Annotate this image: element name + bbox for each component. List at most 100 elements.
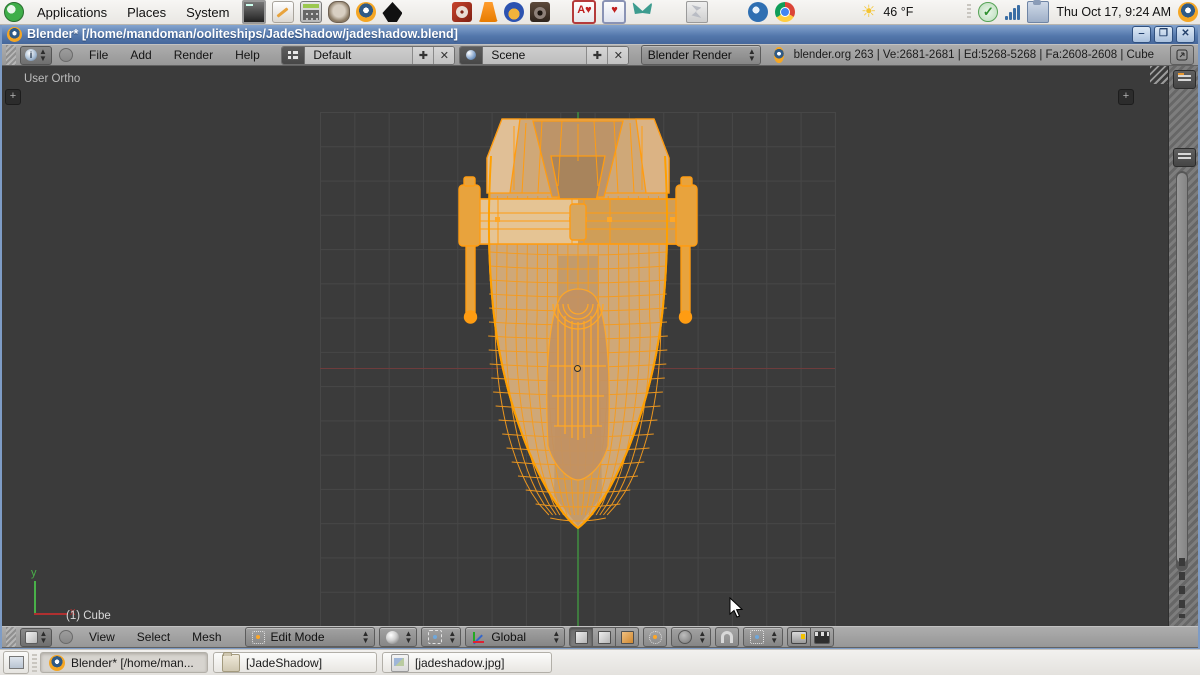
chevron-updown-icon: ▲▼ xyxy=(405,630,413,644)
edit-mode-icon xyxy=(252,631,265,644)
butterfly-launcher-icon[interactable] xyxy=(632,2,652,22)
collapse-menus-toggle[interactable] xyxy=(59,48,73,62)
right-region-expand-button[interactable]: + xyxy=(1118,89,1134,105)
close-button[interactable]: ✕ xyxy=(1176,26,1195,43)
text-editor-launcher-icon[interactable] xyxy=(272,1,294,23)
active-object-label: (1) Cube xyxy=(66,610,111,622)
distro-logo-icon[interactable] xyxy=(4,2,24,22)
taskbar-button-blender[interactable]: Blender* [/home/man... xyxy=(40,652,208,673)
terminal-launcher-icon[interactable] xyxy=(242,0,266,24)
info-editor-icon: i xyxy=(25,49,37,61)
header-resize-grip[interactable] xyxy=(6,627,16,647)
taskbar-button-imageviewer[interactable]: [jadeshadow.jpg] xyxy=(382,652,552,673)
editor-type-button[interactable]: i ▲▼ xyxy=(20,46,52,65)
screen-layout-selector[interactable]: Default ✚ ✕ xyxy=(281,46,455,65)
proportional-edit-dropdown[interactable]: ▲▼ xyxy=(671,627,711,647)
clock[interactable]: Thu Oct 17, 9:24 AM xyxy=(1056,5,1171,19)
speaker-app-launcher-icon[interactable] xyxy=(530,2,550,22)
snap-element-dropdown[interactable]: ▲▼ xyxy=(743,627,783,647)
blender-tray-icon[interactable] xyxy=(1178,2,1198,22)
menu-places[interactable]: Places xyxy=(120,2,173,23)
scene-selector[interactable]: Scene ✚ ✕ xyxy=(459,46,629,65)
show-desktop-button[interactable] xyxy=(3,651,29,674)
info-header: i ▲▼ File Add Render Help Default ✚ ✕ Sc… xyxy=(2,44,1198,66)
edge-select-button[interactable] xyxy=(593,627,616,647)
clipboard-tray-icon[interactable] xyxy=(1027,1,1049,23)
screenshot-tool-launcher-icon[interactable] xyxy=(328,1,350,23)
desktop-top-panel: Applications Places System A♥ ♥ ☀ 46 °F … xyxy=(0,0,1200,25)
header-resize-grip[interactable] xyxy=(6,45,16,65)
select-mode-buttons xyxy=(569,627,639,647)
menu-view[interactable]: View xyxy=(80,628,124,646)
properties-editor-icon[interactable] xyxy=(1173,148,1196,167)
mode-dropdown[interactable]: Edit Mode ▲▼ xyxy=(245,627,375,647)
clapperboard-icon xyxy=(814,631,830,644)
render-shortcut-buttons xyxy=(787,627,834,647)
opengl-render-button[interactable] xyxy=(787,627,811,647)
occlude-geometry-button[interactable] xyxy=(643,627,667,647)
window-duplicate-button[interactable] xyxy=(1170,45,1194,65)
network-signal-icon[interactable] xyxy=(1005,4,1020,20)
snap-toggle-button[interactable] xyxy=(715,627,739,647)
manipulator-axes-icon xyxy=(472,631,485,644)
blender-launcher-icon[interactable] xyxy=(356,2,376,22)
collapse-menus-toggle[interactable] xyxy=(59,630,73,644)
scene-statistics: blender.org 263 | Ve:2681-2681 | Ed:5268… xyxy=(794,49,1154,61)
opengl-animation-button[interactable] xyxy=(811,627,834,647)
collapsed-editors-strip[interactable] xyxy=(1168,66,1198,626)
chevron-updown-icon: ▲▼ xyxy=(552,630,560,644)
menu-file[interactable]: File xyxy=(80,46,117,64)
window-title: Blender* [/home/mandoman/ooliteships/Jad… xyxy=(27,27,458,41)
shading-dropdown[interactable]: ▲▼ xyxy=(379,627,418,647)
window-titlebar[interactable]: Blender* [/home/mandoman/ooliteships/Jad… xyxy=(2,24,1198,44)
menu-select[interactable]: Select xyxy=(128,628,179,646)
delete-scene-button[interactable]: ✕ xyxy=(607,47,628,64)
taskbar-button-label: [JadeShadow] xyxy=(246,656,322,670)
render-engine-dropdown[interactable]: Blender Render ▲▼ xyxy=(641,45,761,65)
cards-launcher-icon[interactable]: ♥ xyxy=(602,0,626,24)
editor-type-button[interactable]: ▲▼ xyxy=(20,628,52,647)
menu-render[interactable]: Render xyxy=(165,46,222,64)
disc-burner-launcher-icon[interactable] xyxy=(452,2,472,22)
screen-layout-icon xyxy=(282,47,305,64)
solitaire-launcher-icon[interactable]: A♥ xyxy=(572,0,596,24)
orientation-dropdown[interactable]: Global ▲▼ xyxy=(465,627,565,647)
left-region-expand-button[interactable]: + xyxy=(5,89,21,105)
properties-scrollbar[interactable] xyxy=(1176,171,1188,571)
update-check-icon[interactable]: ✓ xyxy=(978,2,998,22)
weather-sun-icon[interactable]: ☀ xyxy=(861,2,876,22)
inkscape-launcher-icon[interactable] xyxy=(382,2,402,22)
wine-notes-launcher-icon[interactable] xyxy=(686,1,708,23)
add-scene-button[interactable]: ✚ xyxy=(586,47,607,64)
vertex-select-button[interactable] xyxy=(569,627,593,647)
thunderbird-icon[interactable] xyxy=(748,2,768,22)
add-layout-button[interactable]: ✚ xyxy=(412,47,433,64)
properties-tab-nubs xyxy=(1179,558,1185,618)
menu-mesh[interactable]: Mesh xyxy=(183,628,230,646)
outliner-editor-icon[interactable] xyxy=(1173,70,1196,89)
corner-resize-hatch[interactable] xyxy=(1150,66,1168,84)
menu-add[interactable]: Add xyxy=(121,46,160,64)
audio-player-launcher-icon[interactable] xyxy=(504,2,524,22)
delete-layout-button[interactable]: ✕ xyxy=(433,47,454,64)
face-select-button[interactable] xyxy=(616,627,639,647)
blender-window: Blender* [/home/mandoman/ooliteships/Jad… xyxy=(0,24,1200,650)
chevron-updown-icon: ▲▼ xyxy=(770,630,778,644)
calculator-launcher-icon[interactable] xyxy=(300,1,322,23)
viewport-3d[interactable]: User Ortho + + y x (1) Cube xyxy=(2,66,1169,626)
tray-separator xyxy=(967,4,971,20)
pivot-dropdown[interactable]: ▲▼ xyxy=(421,627,461,647)
axis-y-label: y xyxy=(31,567,37,579)
chevron-updown-icon: ▲▼ xyxy=(448,630,456,644)
chrome-icon[interactable] xyxy=(775,2,795,22)
menu-system[interactable]: System xyxy=(179,2,236,23)
vlc-launcher-icon[interactable] xyxy=(478,2,498,22)
taskbar-button-filemanager[interactable]: [JadeShadow] xyxy=(213,652,377,673)
minimize-button[interactable]: ‒ xyxy=(1132,26,1151,43)
wireframe-model[interactable] xyxy=(2,66,1169,626)
menu-help[interactable]: Help xyxy=(226,46,269,64)
blender-titlebar-icon xyxy=(7,27,22,42)
chevron-updown-icon: ▲▼ xyxy=(39,48,47,62)
menu-applications[interactable]: Applications xyxy=(30,2,114,23)
maximize-button[interactable]: ❐ xyxy=(1154,26,1173,43)
